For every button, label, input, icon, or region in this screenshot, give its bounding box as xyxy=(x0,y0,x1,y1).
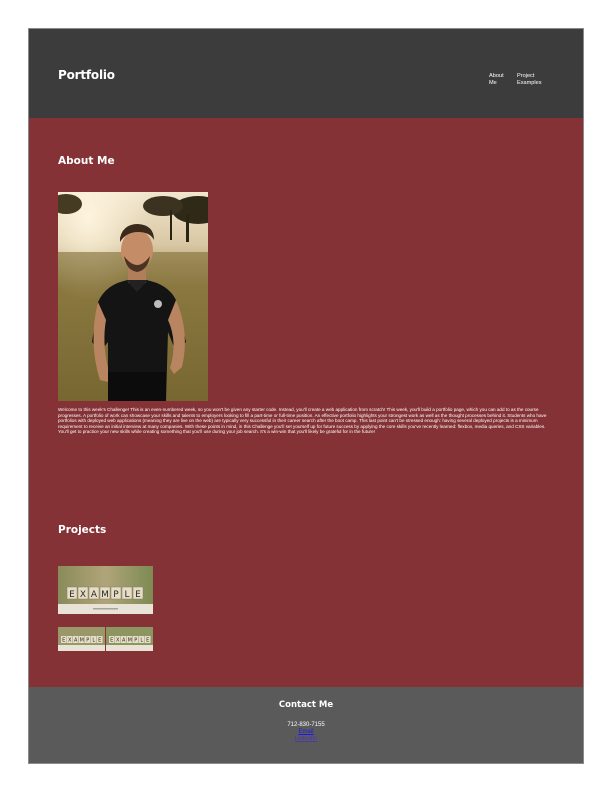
projects-heading: Projects xyxy=(58,524,107,536)
svg-text:A: A xyxy=(74,638,78,644)
svg-text:X: X xyxy=(80,590,86,600)
svg-text:L: L xyxy=(124,590,129,600)
svg-text:P: P xyxy=(134,638,137,644)
svg-text:X: X xyxy=(68,638,72,644)
brand-title[interactable]: Portfolio xyxy=(58,68,115,82)
svg-text:E: E xyxy=(62,638,65,644)
svg-text:E: E xyxy=(69,590,75,600)
svg-text:P: P xyxy=(113,590,119,600)
svg-text:M: M xyxy=(101,590,109,600)
site-header: Portfolio About Me Project Examples xyxy=(29,29,583,118)
svg-text:P: P xyxy=(86,638,89,644)
project-thumbnail-2[interactable]: E X A M P L E E X A M P L E xyxy=(58,627,153,651)
about-me-heading: About Me xyxy=(58,155,115,167)
portfolio-page: Portfolio About Me Project Examples Abou… xyxy=(28,28,584,764)
svg-text:A: A xyxy=(91,590,98,600)
nav-link-project-examples[interactable]: Project Examples xyxy=(517,73,547,87)
contact-me-heading: Contact Me xyxy=(278,700,334,710)
svg-text:E: E xyxy=(146,638,149,644)
nav-link-about-me[interactable]: About Me xyxy=(489,73,507,87)
main-nav: About Me Project Examples xyxy=(489,73,547,87)
svg-text:E: E xyxy=(98,638,101,644)
project-thumbnail-1[interactable]: E X A M P L E xyxy=(58,566,153,614)
email-link[interactable]: Email xyxy=(29,729,583,735)
svg-text:A: A xyxy=(122,638,126,644)
svg-text:E: E xyxy=(110,638,113,644)
svg-text:L: L xyxy=(140,638,143,644)
about-me-text: Welcome to this week's Challenge! This i… xyxy=(58,407,547,435)
site-footer: Contact Me 712-830-7155 Email LinkedIn xyxy=(29,687,583,763)
svg-text:X: X xyxy=(116,638,120,644)
main-content: About Me Welcome to this week's Challeng… xyxy=(29,118,583,687)
svg-text:L: L xyxy=(92,638,95,644)
svg-text:M: M xyxy=(80,638,84,644)
svg-text:E: E xyxy=(135,590,141,600)
profile-photo xyxy=(58,192,208,401)
phone-number: 712-830-7155 xyxy=(287,722,325,728)
svg-text:M: M xyxy=(128,638,132,644)
linkedin-link[interactable]: LinkedIn xyxy=(29,736,583,742)
